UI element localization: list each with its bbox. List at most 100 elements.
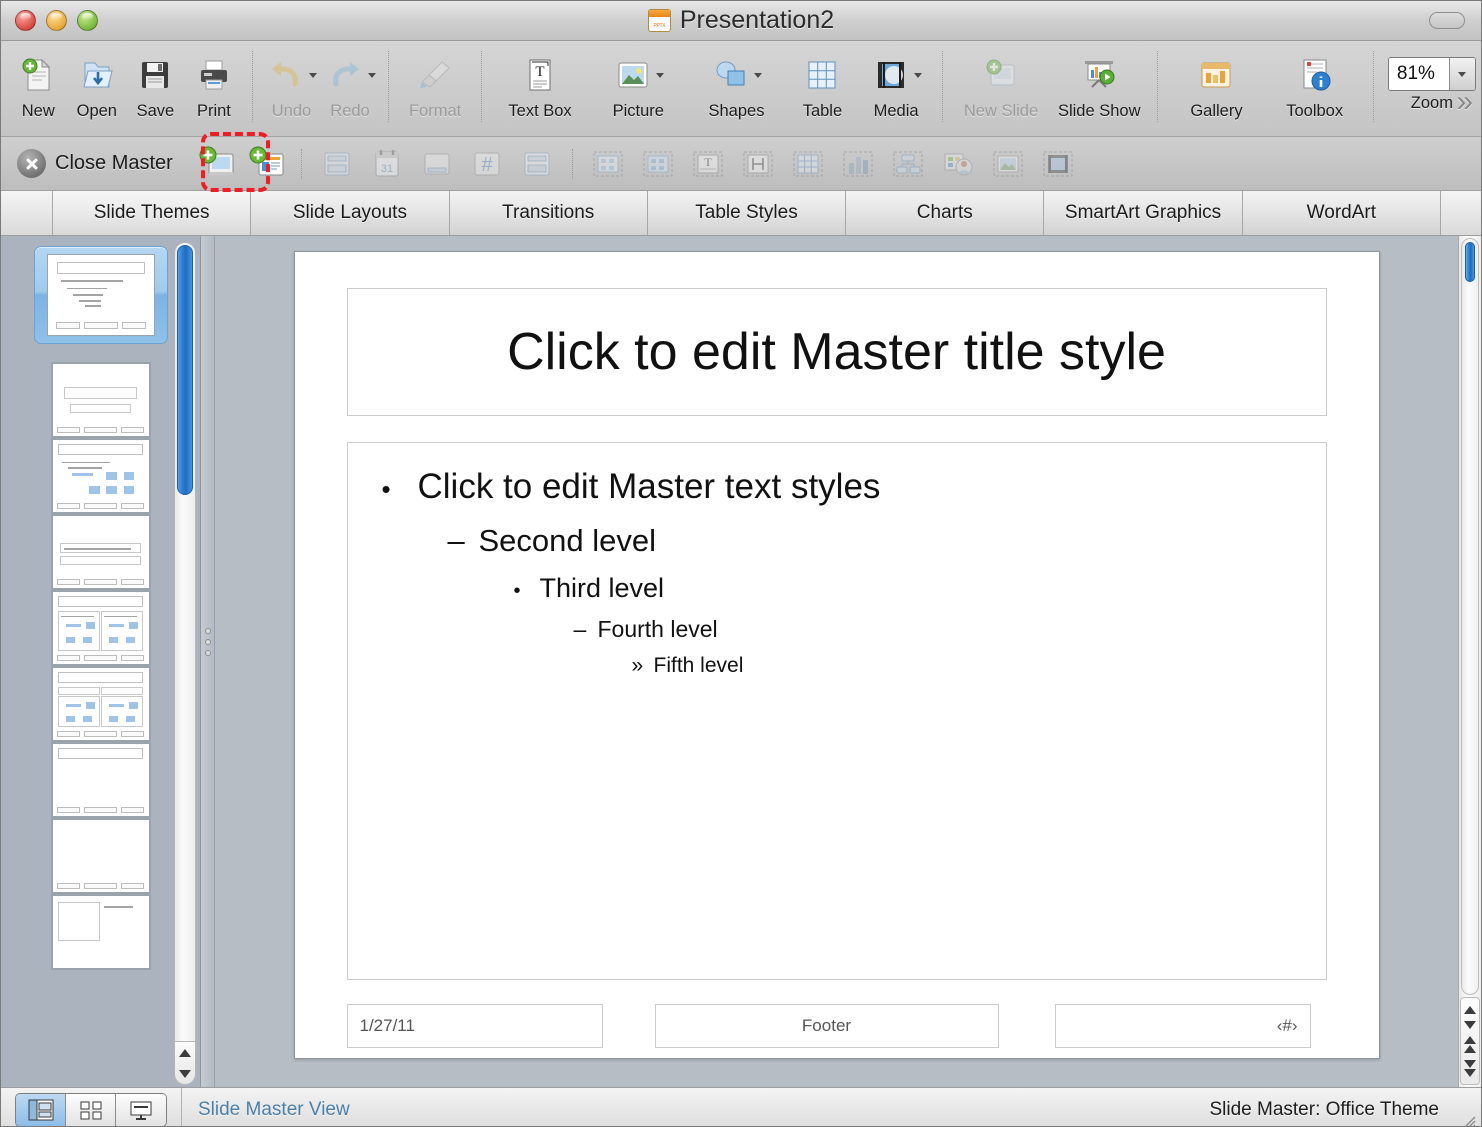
toolbar-button-new-slide[interactable]: New Slide <box>952 47 1050 121</box>
resize-grip-icon[interactable] <box>1460 1112 1476 1127</box>
thumbnail-item-title[interactable] <box>1 362 200 438</box>
chart-placeholder-icon[interactable] <box>837 145 879 183</box>
body-level-4[interactable]: – Fourth level <box>574 616 1296 643</box>
scrollbar-thumb[interactable] <box>1465 242 1475 282</box>
date-placeholder[interactable]: 1/27/11 <box>346 1004 603 1048</box>
thumbnail-item-section[interactable] <box>1 514 200 590</box>
canvas-vertical-scrollbar[interactable] <box>1458 236 1481 1087</box>
table-placeholder-icon[interactable] <box>787 145 829 183</box>
toolbar-button-text-box[interactable]: T Text Box <box>491 47 589 121</box>
zoom-button[interactable] <box>77 10 98 31</box>
thumbnail-item-two-content[interactable] <box>1 590 200 666</box>
thumbnail-scroll-arrows[interactable] <box>174 1041 196 1085</box>
tab-charts[interactable]: Charts <box>846 191 1045 235</box>
insert-date-icon[interactable]: 31 <box>366 145 408 183</box>
thumbnail-item-comparison[interactable] <box>1 666 200 742</box>
slide-sorter-view-icon <box>80 1101 101 1120</box>
presenter-view-button[interactable] <box>116 1094 166 1126</box>
content-grid-icon[interactable] <box>637 145 679 183</box>
toolbar-button-slide-show[interactable]: Slide Show <box>1050 47 1148 121</box>
thumbnail-item-title-only[interactable] <box>1 742 200 818</box>
tab-label: Table Styles <box>695 202 798 223</box>
scroll-up-arrow-icon[interactable] <box>179 1048 191 1057</box>
close-button[interactable] <box>15 10 36 31</box>
thumbnail-scrollbar[interactable] <box>174 242 196 1085</box>
toolbar-button-save[interactable]: Save <box>126 47 185 121</box>
slide-sorter-view-button[interactable] <box>66 1094 116 1126</box>
toolbar-button-new[interactable]: New <box>9 47 68 121</box>
thumbnail-item-content[interactable] <box>1 438 200 514</box>
previous-slide-button[interactable] <box>1464 1035 1476 1053</box>
insert-footer-icon[interactable] <box>416 145 458 183</box>
slide-canvas-pane[interactable]: Click to edit Master title style • Click… <box>215 236 1458 1087</box>
toolbar-button-format[interactable]: Format <box>398 47 472 121</box>
toolbar-button-redo[interactable]: Redo <box>321 47 380 121</box>
footer-placeholder[interactable]: Footer <box>654 1004 999 1048</box>
smartart-placeholder-icon[interactable] <box>887 145 929 183</box>
body-level-3[interactable]: • Third level <box>514 573 1296 604</box>
normal-view-button[interactable] <box>16 1094 66 1126</box>
body-placeholder[interactable]: • Click to edit Master text styles – Sec… <box>346 442 1327 980</box>
body-level-2[interactable]: – Second level <box>448 523 1296 559</box>
overflow-chevrons-icon[interactable]: » <box>1456 87 1473 117</box>
body-level-2-text: Second level <box>478 523 657 558</box>
scrollbar-arrow-group[interactable] <box>1460 997 1480 1085</box>
bullet-glyph: – <box>447 523 465 558</box>
new-layout-icon[interactable] <box>245 145 287 183</box>
toolbar-divider <box>1372 51 1374 122</box>
master-placeholder-icon[interactable] <box>516 145 558 183</box>
content-placeholder-icon[interactable] <box>587 145 629 183</box>
clipart-placeholder-icon[interactable] <box>937 145 979 183</box>
zoom-value[interactable]: 81% <box>1388 58 1449 90</box>
toolbar-button-open[interactable]: Open <box>68 47 127 121</box>
tab-smartart-graphics[interactable]: SmartArt Graphics <box>1044 191 1243 235</box>
scrollbar-track[interactable] <box>1461 238 1479 995</box>
media-placeholder-icon[interactable] <box>1037 145 1079 183</box>
scroll-down-arrow-icon[interactable] <box>179 1069 191 1078</box>
toolbar-label-new-slide: New Slide <box>963 102 1039 120</box>
media-dropdown-caret[interactable] <box>914 72 923 78</box>
slide-thumbnail-pane[interactable] <box>1 236 201 1087</box>
toolbar-button-toolbox[interactable]: Toolbox <box>1266 47 1364 121</box>
title-placeholder[interactable]: Click to edit Master title style <box>346 288 1327 416</box>
toolbar-button-gallery[interactable]: Gallery <box>1167 47 1265 121</box>
insert-slide-number-icon[interactable]: # <box>466 145 508 183</box>
picture-placeholder-icon[interactable] <box>987 145 1029 183</box>
tab-slide-layouts[interactable]: Slide Layouts <box>251 191 450 235</box>
thumbnail-item-master-selected[interactable] <box>33 246 168 344</box>
scroll-down-arrow-icon[interactable] <box>1464 1020 1476 1029</box>
toolbar-divider <box>1157 51 1159 122</box>
tab-slide-themes[interactable]: Slide Themes <box>53 191 252 235</box>
tab-wordart[interactable]: WordArt <box>1242 191 1441 235</box>
toolbar-button-table[interactable]: Table <box>786 47 860 121</box>
pane-splitter[interactable] <box>201 236 215 1087</box>
slide-number-placeholder[interactable]: ‹#› <box>1054 1004 1311 1048</box>
picture-dropdown-caret[interactable] <box>656 72 665 78</box>
toolbar-button-shapes[interactable]: Shapes <box>687 47 785 121</box>
toolbar-button-media[interactable]: Media <box>859 47 933 121</box>
minimize-button[interactable] <box>46 10 67 31</box>
tab-transitions[interactable]: Transitions <box>449 191 648 235</box>
master-layout-icon[interactable] <box>316 145 358 183</box>
thumbnail-item-blank[interactable] <box>1 818 200 894</box>
toolbar-toggle-button[interactable] <box>1429 12 1465 29</box>
thumbnail-item-caption[interactable] <box>1 894 200 970</box>
normal-view-icon <box>28 1099 53 1121</box>
shapes-dropdown-caret[interactable] <box>754 72 763 78</box>
toolbar-button-undo[interactable]: Undo <box>262 47 321 121</box>
text-placeholder-icon[interactable]: T <box>687 145 729 183</box>
toolbar-button-print[interactable]: Print <box>185 47 244 121</box>
tab-table-styles[interactable]: Table Styles <box>647 191 847 235</box>
close-master-button[interactable]: Close Master <box>17 149 173 178</box>
next-slide-button[interactable] <box>1464 1059 1476 1077</box>
thumbnail-scrollbar-thumb[interactable] <box>177 245 193 495</box>
undo-dropdown-caret[interactable] <box>309 72 318 78</box>
new-master-icon[interactable] <box>195 145 237 183</box>
redo-dropdown-caret[interactable] <box>368 72 376 78</box>
toolbar-button-picture[interactable]: Picture <box>589 47 687 121</box>
slide-master-canvas[interactable]: Click to edit Master title style • Click… <box>293 251 1380 1059</box>
body-level-5[interactable]: » Fifth level <box>632 654 1296 678</box>
body-level-1[interactable]: • Click to edit Master text styles <box>382 467 1296 507</box>
vertical-text-icon[interactable] <box>737 145 779 183</box>
scroll-up-arrow-icon[interactable] <box>1464 1005 1476 1014</box>
